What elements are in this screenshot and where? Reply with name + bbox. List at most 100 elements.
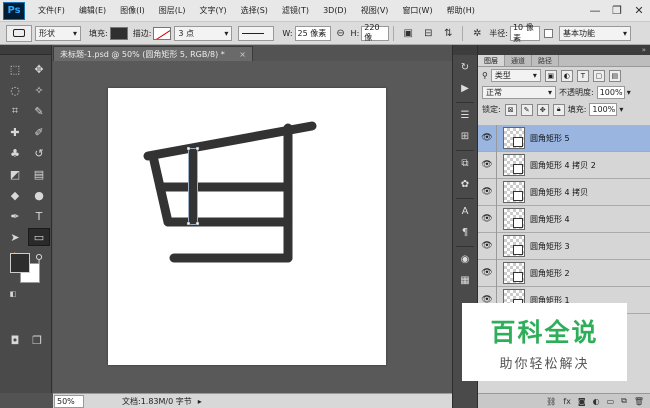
menu-type[interactable]: 文字(Y) [192, 5, 233, 16]
adjustments-icon[interactable]: ☰ [455, 106, 475, 124]
eye-icon[interactable]: 👁︎ [478, 241, 496, 251]
history-brush-icon[interactable]: ↺ [28, 144, 50, 162]
type-filter-icon[interactable]: T [576, 69, 589, 82]
menu-edit[interactable]: 编辑(E) [72, 5, 113, 16]
chevron-down-icon[interactable]: ▾ [627, 88, 631, 97]
zoom-input[interactable]: 50% [54, 394, 84, 408]
eraser-icon[interactable]: ◩ [4, 165, 26, 183]
crop-tool-icon[interactable]: ⌗ [4, 102, 26, 120]
mode-select[interactable]: 形状 ▾ [35, 25, 81, 41]
stroke-swatch[interactable] [153, 26, 172, 40]
adjustment-filter-icon[interactable]: ◐ [560, 69, 573, 82]
new-layer-icon[interactable]: ⧉ [621, 396, 627, 406]
screen-mode-icon[interactable]: ❐ [26, 331, 48, 349]
move-tool-icon[interactable]: ✥ [28, 60, 50, 78]
swatches-icon[interactable]: ▦ [455, 271, 475, 289]
document-info[interactable]: 文档:1.83M/0 字节 [122, 396, 192, 407]
stroke-width-select[interactable]: 3 点 ▾ [174, 25, 233, 41]
path-arrangement-icon[interactable]: ⇅ [440, 25, 456, 41]
adjustment-layer-icon[interactable]: ◐ [593, 397, 600, 406]
rectangle-tool-icon[interactable]: ▭ [28, 228, 50, 246]
path-operations-icon[interactable]: ▣ [400, 25, 416, 41]
layer-row[interactable]: 👁︎ 圆角矩形 4 [478, 205, 650, 233]
dodge-tool-icon[interactable]: ● [28, 186, 50, 204]
tab-paths[interactable]: 路径 [532, 55, 559, 66]
new-group-icon[interactable]: ▭ [607, 397, 615, 406]
menu-layer[interactable]: 图层(L) [152, 5, 193, 16]
blur-tool-icon[interactable]: ◆ [4, 186, 26, 204]
magic-wand-icon[interactable]: ✧ [28, 81, 50, 99]
blend-mode-select[interactable]: 正常 ▾ [482, 86, 556, 99]
collapse-icon[interactable]: » [642, 46, 646, 54]
brush-tool-icon[interactable]: ✐ [28, 123, 50, 141]
eyedropper-icon[interactable]: ✎ [28, 102, 50, 120]
brush-presets-icon[interactable]: ✿ [455, 175, 475, 193]
workspace-select[interactable]: 基本功能 ▾ [558, 25, 631, 41]
link-icon[interactable]: ⊖ [333, 25, 349, 41]
align-edges-checkbox[interactable] [543, 28, 553, 38]
lasso-tool-icon[interactable]: ◌ [4, 81, 26, 99]
healing-brush-icon[interactable]: ✚ [4, 123, 26, 141]
menu-help[interactable]: 帮助(H) [440, 5, 482, 16]
eye-icon[interactable]: 👁︎ [478, 268, 496, 278]
menu-file[interactable]: 文件(F) [31, 5, 72, 16]
width-input[interactable]: 25 像素 [294, 25, 331, 41]
document-tab[interactable]: 未标题-1.psd @ 50% (圆角矩形 5, RGB/8) * × [53, 46, 253, 61]
character-icon[interactable]: A [455, 202, 475, 220]
tab-layers[interactable]: 图层 [478, 55, 505, 66]
stroke-type-select[interactable] [238, 25, 275, 41]
clone-stamp-icon[interactable]: ♣ [4, 144, 26, 162]
marquee-tool-icon[interactable]: ⬚ [4, 60, 26, 78]
clone-source-icon[interactable]: ⧉ [455, 154, 475, 172]
layer-row[interactable]: 👁︎ 圆角矩形 5 [478, 124, 650, 152]
close-icon[interactable]: × [239, 50, 246, 59]
3d-icon[interactable]: ◉ [455, 250, 475, 268]
chevron-down-icon[interactable]: ▾ [619, 105, 623, 114]
menu-3d[interactable]: 3D(D) [316, 6, 354, 15]
menu-filter[interactable]: 滤镜(T) [275, 5, 316, 16]
opacity-input[interactable]: 100% [596, 86, 625, 99]
lock-image-icon[interactable]: ✎ [520, 103, 533, 116]
add-mask-icon[interactable]: ◙ [578, 397, 586, 406]
quick-mask-icon[interactable]: ◘ [4, 331, 26, 349]
fill-swatch[interactable] [109, 26, 128, 40]
paragraph-icon[interactable]: ¶ [455, 223, 475, 241]
eye-icon[interactable]: 👁︎ [478, 160, 496, 170]
lock-transparent-icon[interactable]: ⊠ [504, 103, 517, 116]
filter-kind-select[interactable]: 类型 ▾ [490, 69, 541, 82]
properties-icon[interactable]: ⊞ [455, 127, 475, 145]
color-swatches[interactable] [10, 253, 44, 287]
menu-window[interactable]: 窗口(W) [395, 5, 439, 16]
close-button[interactable]: ✕ [628, 2, 650, 20]
menu-view[interactable]: 视图(V) [354, 5, 396, 16]
layer-row[interactable]: 👁︎ 圆角矩形 3 [478, 232, 650, 260]
panel-grip[interactable] [0, 45, 51, 55]
layer-style-icon[interactable]: fx [563, 397, 571, 406]
minimize-button[interactable]: — [584, 2, 606, 20]
eye-icon[interactable]: 👁︎ [478, 214, 496, 224]
tool-preset-picker[interactable] [6, 24, 32, 42]
layer-row[interactable]: 👁︎ 圆角矩形 4 拷贝 2 [478, 151, 650, 179]
gradient-tool-icon[interactable]: ▤ [28, 165, 50, 183]
path-selection-icon[interactable]: ➤ [4, 228, 26, 246]
restore-button[interactable]: ❐ [606, 2, 628, 20]
menu-select[interactable]: 选择(S) [234, 5, 275, 16]
layer-row[interactable]: 👁︎ 圆角矩形 2 [478, 259, 650, 287]
history-icon[interactable]: ↻ [455, 58, 475, 76]
shape-filter-icon[interactable]: ▢ [592, 69, 605, 82]
eye-icon[interactable]: 👁︎ [478, 187, 496, 197]
pixel-filter-icon[interactable]: ▣ [544, 69, 557, 82]
default-colors-icon[interactable]: ◧ [6, 289, 20, 299]
tab-channels[interactable]: 通道 [505, 55, 532, 66]
path-alignment-icon[interactable]: ⊟ [420, 25, 436, 41]
panel-grip[interactable] [453, 45, 477, 55]
layer-row[interactable]: 👁︎ 圆角矩形 4 拷贝 [478, 178, 650, 206]
canvas[interactable] [108, 88, 386, 365]
link-layers-icon[interactable]: ⛓︎ [546, 397, 556, 406]
fill-input[interactable]: 100% [589, 103, 618, 116]
type-tool-icon[interactable]: T [28, 207, 50, 225]
status-arrow-icon[interactable]: ▸ [198, 397, 202, 406]
height-input[interactable]: 220 像 [361, 23, 390, 42]
pen-tool-icon[interactable]: ✒ [4, 207, 26, 225]
menu-image[interactable]: 图像(I) [113, 5, 152, 16]
